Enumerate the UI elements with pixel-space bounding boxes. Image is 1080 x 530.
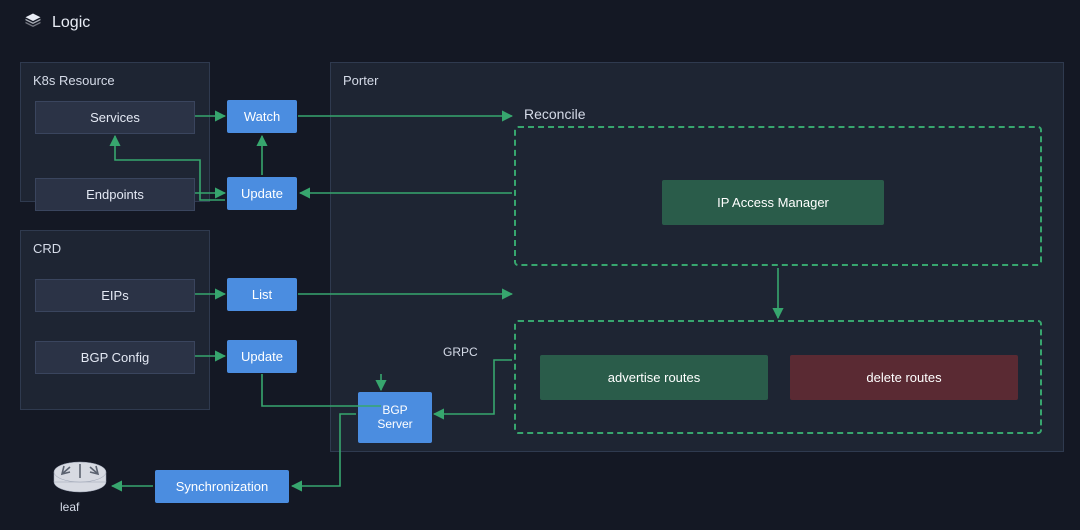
box-eips: EIPs (35, 279, 195, 312)
update-button-2: Update (227, 340, 297, 373)
delete-routes-box: delete routes (790, 355, 1018, 400)
grpc-label: GRPC (443, 345, 478, 359)
router-icon (50, 452, 110, 499)
crd-panel: CRD EIPs BGP Config (20, 230, 210, 410)
advertise-routes-box: advertise routes (540, 355, 768, 400)
box-endpoints: Endpoints (35, 178, 195, 211)
update-button-1: Update (227, 177, 297, 210)
list-button: List (227, 278, 297, 311)
watch-button: Watch (227, 100, 297, 133)
k8s-panel-title: K8s Resource (33, 73, 197, 88)
layers-icon (24, 12, 42, 33)
crd-panel-title: CRD (33, 241, 197, 256)
page-title: Logic (52, 14, 90, 32)
leaf-label: leaf (60, 500, 79, 514)
k8s-resource-panel: K8s Resource Services Endpoints (20, 62, 210, 202)
ip-access-manager-box: IP Access Manager (662, 180, 884, 225)
porter-panel-title: Porter (343, 73, 1051, 88)
bgp-server-box: BGP Server (358, 392, 432, 443)
reconcile-label: Reconcile (524, 106, 585, 122)
box-services: Services (35, 101, 195, 134)
header: Logic (0, 0, 1080, 41)
box-bgp-config: BGP Config (35, 341, 195, 374)
synchronization-button: Synchronization (155, 470, 289, 503)
